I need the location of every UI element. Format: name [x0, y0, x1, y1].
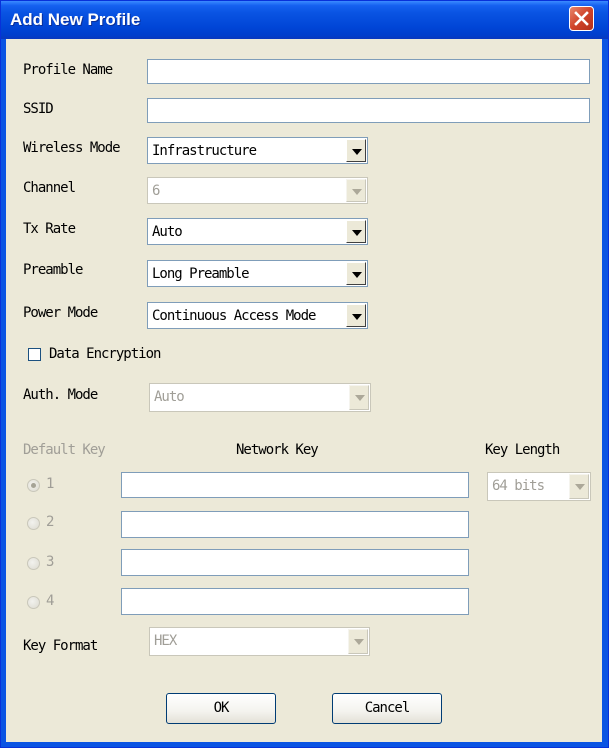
auth-mode-select: Auto	[149, 383, 371, 412]
ssid-label: SSID	[23, 101, 54, 117]
chevron-down-icon[interactable]	[346, 220, 366, 243]
chevron-down-icon[interactable]	[346, 304, 366, 327]
chevron-down-icon	[349, 385, 369, 410]
channel-label: Channel	[23, 180, 76, 196]
network-key-2-input[interactable]	[121, 511, 469, 538]
wireless-mode-select[interactable]: Infrastructure	[147, 137, 368, 164]
key-format-value: HEX	[154, 633, 177, 649]
key-4-label: 4	[46, 593, 55, 609]
network-key-label: Network Key	[236, 442, 319, 458]
chevron-down-icon[interactable]	[346, 139, 366, 162]
dialog-body: Profile Name SSID Wireless Mode Infrastr…	[6, 39, 602, 742]
power-mode-select[interactable]: Continuous Access Mode	[147, 302, 368, 329]
key-length-value: 64 bits	[492, 478, 545, 494]
network-key-4-input[interactable]	[121, 588, 469, 615]
key-length-select: 64 bits	[487, 472, 591, 501]
auth-mode-value: Auto	[154, 389, 185, 405]
wireless-mode-label: Wireless Mode	[23, 140, 121, 156]
data-encryption-label[interactable]: Data Encryption	[49, 346, 161, 362]
key-length-label: Key Length	[485, 442, 560, 458]
close-icon	[574, 11, 589, 26]
preamble-select[interactable]: Long Preamble	[147, 260, 368, 287]
chevron-down-icon	[346, 179, 366, 202]
key-format-label: Key Format	[23, 638, 98, 654]
profile-name-input[interactable]	[147, 59, 590, 84]
data-encryption-checkbox[interactable]	[28, 348, 41, 361]
chevron-down-icon[interactable]	[346, 262, 366, 285]
key-format-select: HEX	[149, 627, 370, 656]
cancel-button[interactable]: Cancel	[332, 693, 442, 724]
power-mode-value: Continuous Access Mode	[152, 308, 316, 324]
auth-mode-label: Auth. Mode	[23, 387, 98, 403]
preamble-value: Long Preamble	[152, 266, 250, 282]
network-key-1-input[interactable]	[121, 472, 469, 498]
ok-button[interactable]: OK	[166, 693, 276, 724]
key-4-radio	[27, 596, 40, 609]
chevron-down-icon	[348, 629, 368, 654]
key-1-radio	[27, 479, 40, 492]
dialog-title: Add New Profile	[10, 10, 141, 29]
ssid-input[interactable]	[147, 98, 590, 123]
wireless-mode-value: Infrastructure	[152, 143, 257, 159]
close-button[interactable]	[569, 6, 594, 31]
default-key-label: Default Key	[23, 442, 106, 458]
key-3-label: 3	[46, 554, 55, 570]
network-key-3-input[interactable]	[121, 549, 469, 576]
key-2-label: 2	[46, 514, 55, 530]
channel-value: 6	[152, 183, 161, 199]
tx-rate-value: Auto	[152, 224, 183, 240]
profile-name-label: Profile Name	[23, 62, 113, 78]
power-mode-label: Power Mode	[23, 305, 98, 321]
chevron-down-icon	[569, 474, 589, 499]
add-profile-dialog: Add New Profile Profile Name SSID Wirele…	[0, 0, 609, 748]
title-bar[interactable]: Add New Profile	[1, 1, 608, 39]
key-1-label: 1	[46, 476, 55, 492]
channel-select: 6	[147, 177, 368, 204]
key-2-radio	[27, 517, 40, 530]
key-3-radio	[27, 557, 40, 570]
preamble-label: Preamble	[23, 262, 83, 278]
tx-rate-select[interactable]: Auto	[147, 218, 368, 245]
tx-rate-label: Tx Rate	[23, 221, 76, 237]
